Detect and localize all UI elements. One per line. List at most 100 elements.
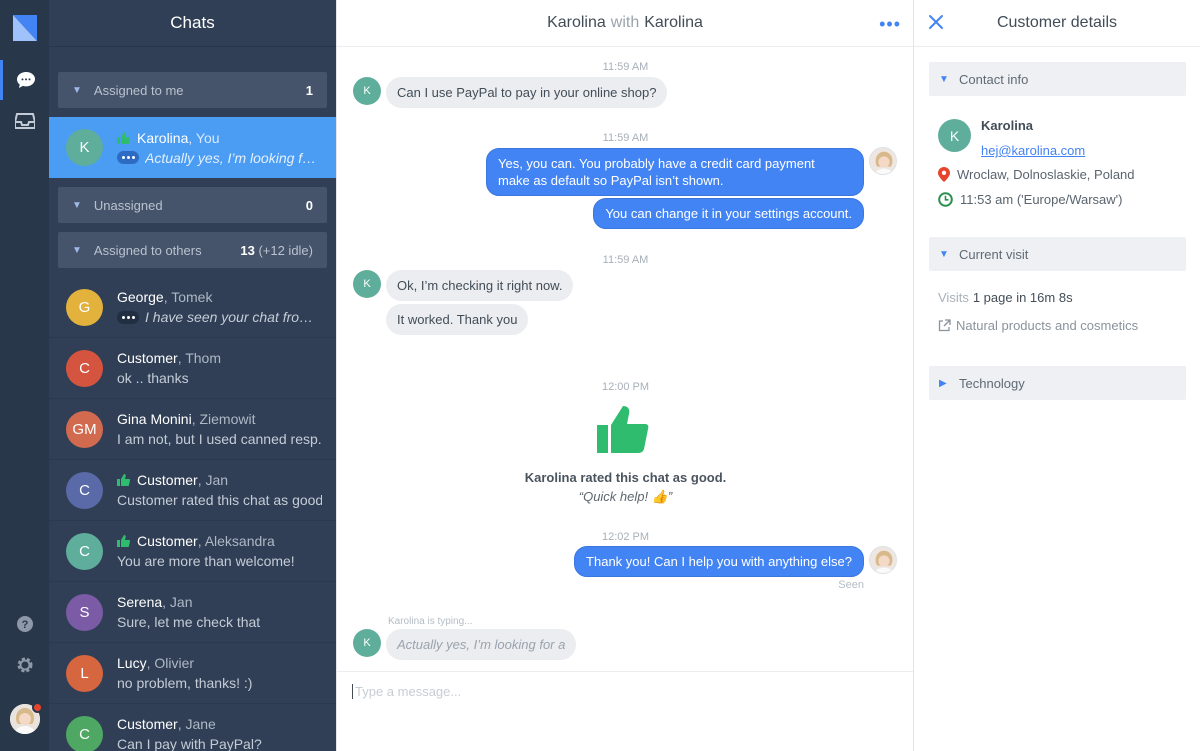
chat-item-george[interactable]: G George, Tomek I have seen your chat fr…: [49, 277, 336, 338]
group-assigned-to-others[interactable]: ▼ Assigned to others 13 (+12 idle): [58, 232, 327, 268]
close-icon[interactable]: [927, 13, 945, 31]
avatar: C: [66, 471, 103, 509]
help-icon: ?: [16, 616, 33, 632]
thumbs-up-icon: [117, 131, 130, 144]
chat-preview: I am not, but I used canned resp...: [117, 431, 322, 447]
customer-avatar: K: [353, 270, 381, 298]
typing-label: Karolina is typing...: [388, 616, 473, 627]
agent-photo-icon: [870, 547, 896, 573]
chat-customer-name: Customer: [137, 472, 198, 488]
more-options-icon[interactable]: •••: [879, 14, 901, 35]
details-title: Customer details: [996, 14, 1118, 31]
chat-item-serena[interactable]: S Serena, Jan Sure, let me check that: [49, 582, 336, 643]
chat-customer-name: Serena: [117, 594, 163, 610]
timestamp: 12:02 PM: [601, 531, 650, 543]
group-count: 13 (+12 idle): [240, 242, 313, 258]
app-logo-icon[interactable]: [13, 15, 37, 41]
chat-customer-name: George: [117, 289, 164, 305]
typing-indicator-icon: [117, 310, 139, 324]
chat-agent-name: , Olivier: [146, 655, 195, 671]
visited-page-link[interactable]: Natural products and cosmetics: [938, 318, 1138, 333]
message-incoming: It worked. Thank you: [386, 304, 529, 335]
group-assigned-to-me[interactable]: ▼ Assigned to me 1: [58, 72, 327, 108]
chat-customer-name: Customer: [117, 716, 178, 732]
section-label: Current visit: [959, 246, 1029, 262]
header-customer-name: Karolina: [547, 14, 606, 31]
chat-item-customer-thom[interactable]: C Customer, Thom ok .. thanks: [49, 338, 336, 399]
customer-email-link[interactable]: hej@karolina.com: [981, 143, 1085, 158]
external-link-icon: [938, 319, 951, 332]
chat-customer-name: Gina Monini: [117, 411, 192, 427]
chevron-right-icon: ▶: [939, 377, 947, 389]
section-contact-info[interactable]: ▼ Contact info: [929, 62, 1186, 96]
nav-archives[interactable]: [0, 101, 49, 141]
chat-item-customer-aleksandra[interactable]: C Customer, Aleksandra You are more than…: [49, 521, 336, 582]
customer-avatar: K: [353, 629, 381, 657]
message-input[interactable]: [352, 684, 892, 699]
conversation-panel: Karolina with Karolina ••• 11:59 AM K Ca…: [336, 0, 914, 751]
chat-agent-name: , Jane: [177, 716, 216, 732]
group-label: Assigned to others: [93, 242, 202, 258]
chat-item-gina-monini[interactable]: GM Gina Monini, Ziemowit I am not, but I…: [49, 399, 336, 460]
chat-item-customer-jan[interactable]: C Customer, Jan Customer rated this chat…: [49, 460, 336, 521]
chat-agent-name: , Jan: [162, 594, 193, 610]
timestamp: 11:59 AM: [602, 61, 649, 73]
chat-preview: Sure, let me check that: [117, 614, 261, 630]
customer-avatar: K: [353, 77, 381, 105]
chat-agent-name: , Jan: [197, 472, 229, 488]
message-incoming: Can I use PayPal to pay in your online s…: [386, 77, 668, 108]
chat-preview: Can I pay with PayPal?: [117, 736, 262, 751]
section-label: Contact info: [959, 71, 1029, 87]
svg-text:?: ?: [21, 619, 28, 631]
message-outgoing: Yes, you can. You probably have a credit…: [486, 148, 864, 196]
typing-indicator-icon: [117, 151, 139, 164]
group-unassigned[interactable]: ▼ Unassigned 0: [58, 187, 327, 223]
rating-text: Karolina rated this chat as good.: [524, 470, 727, 485]
thumbs-up-rating-icon: [597, 406, 649, 453]
chat-customer-name: Customer: [117, 350, 178, 366]
chat-item-lucy[interactable]: L Lucy, Olivier no problem, thanks! :): [49, 643, 336, 704]
customer-local-time: 11:53 am ('Europe/Warsaw'): [938, 192, 1122, 207]
details-header: Customer details: [914, 0, 1200, 47]
chat-preview: no problem, thanks! :): [117, 675, 253, 691]
message-incoming: Ok, I’m checking it right now.: [386, 270, 574, 301]
chat-agent-name: , Ziemowit: [191, 411, 256, 427]
message-composer: [337, 671, 914, 751]
chat-item-customer-jane[interactable]: C Customer, Jane Can I pay with PayPal?: [49, 704, 336, 751]
agent-avatar: [869, 147, 897, 175]
notification-badge: [32, 702, 43, 713]
customer-location: Wroclaw, Dolnoslaskie, Poland: [938, 167, 1135, 182]
clock-icon: [938, 192, 953, 207]
chat-customer-name: Karolina: [137, 129, 189, 146]
message-outgoing: You can change it in your settings accou…: [593, 198, 864, 229]
chat-agent-name: , Aleksandra: [197, 533, 275, 549]
chat-customer-name: Lucy: [117, 655, 147, 671]
nav-chats[interactable]: [0, 60, 49, 100]
avatar: GM: [66, 410, 103, 448]
chat-preview: I have seen your chat from ...: [145, 309, 322, 325]
rating-block: Karolina rated this chat as good. “Quick…: [337, 470, 914, 505]
seen-status: Seen: [838, 579, 864, 591]
timestamp: 11:59 AM: [602, 132, 649, 144]
section-technology[interactable]: ▶ Technology: [929, 366, 1186, 400]
chat-agent-name: , Thom: [177, 350, 221, 366]
section-label: Technology: [959, 375, 1025, 391]
thumbs-up-icon: [117, 474, 130, 486]
agent-avatar: [869, 546, 897, 574]
nav-help[interactable]: ?: [0, 604, 49, 644]
chevron-down-icon: ▼: [939, 73, 949, 85]
avatar: C: [66, 715, 103, 751]
app-rail: ?: [0, 0, 49, 751]
section-current-visit[interactable]: ▼ Current visit: [929, 237, 1186, 271]
chat-preview: ok .. thanks: [117, 370, 189, 386]
avatar: G: [66, 288, 103, 326]
chat-item-karolina[interactable]: K Karolina, You Actually yes, I’m lookin…: [49, 117, 336, 178]
location-pin-icon: [938, 167, 950, 182]
group-count: 0: [305, 197, 313, 213]
inbox-icon: [14, 113, 35, 129]
avatar: C: [66, 349, 103, 387]
chevron-down-icon: ▼: [72, 244, 82, 256]
customer-name: Karolina: [981, 118, 1034, 133]
nav-settings[interactable]: [0, 645, 49, 685]
avatar: L: [66, 654, 103, 692]
